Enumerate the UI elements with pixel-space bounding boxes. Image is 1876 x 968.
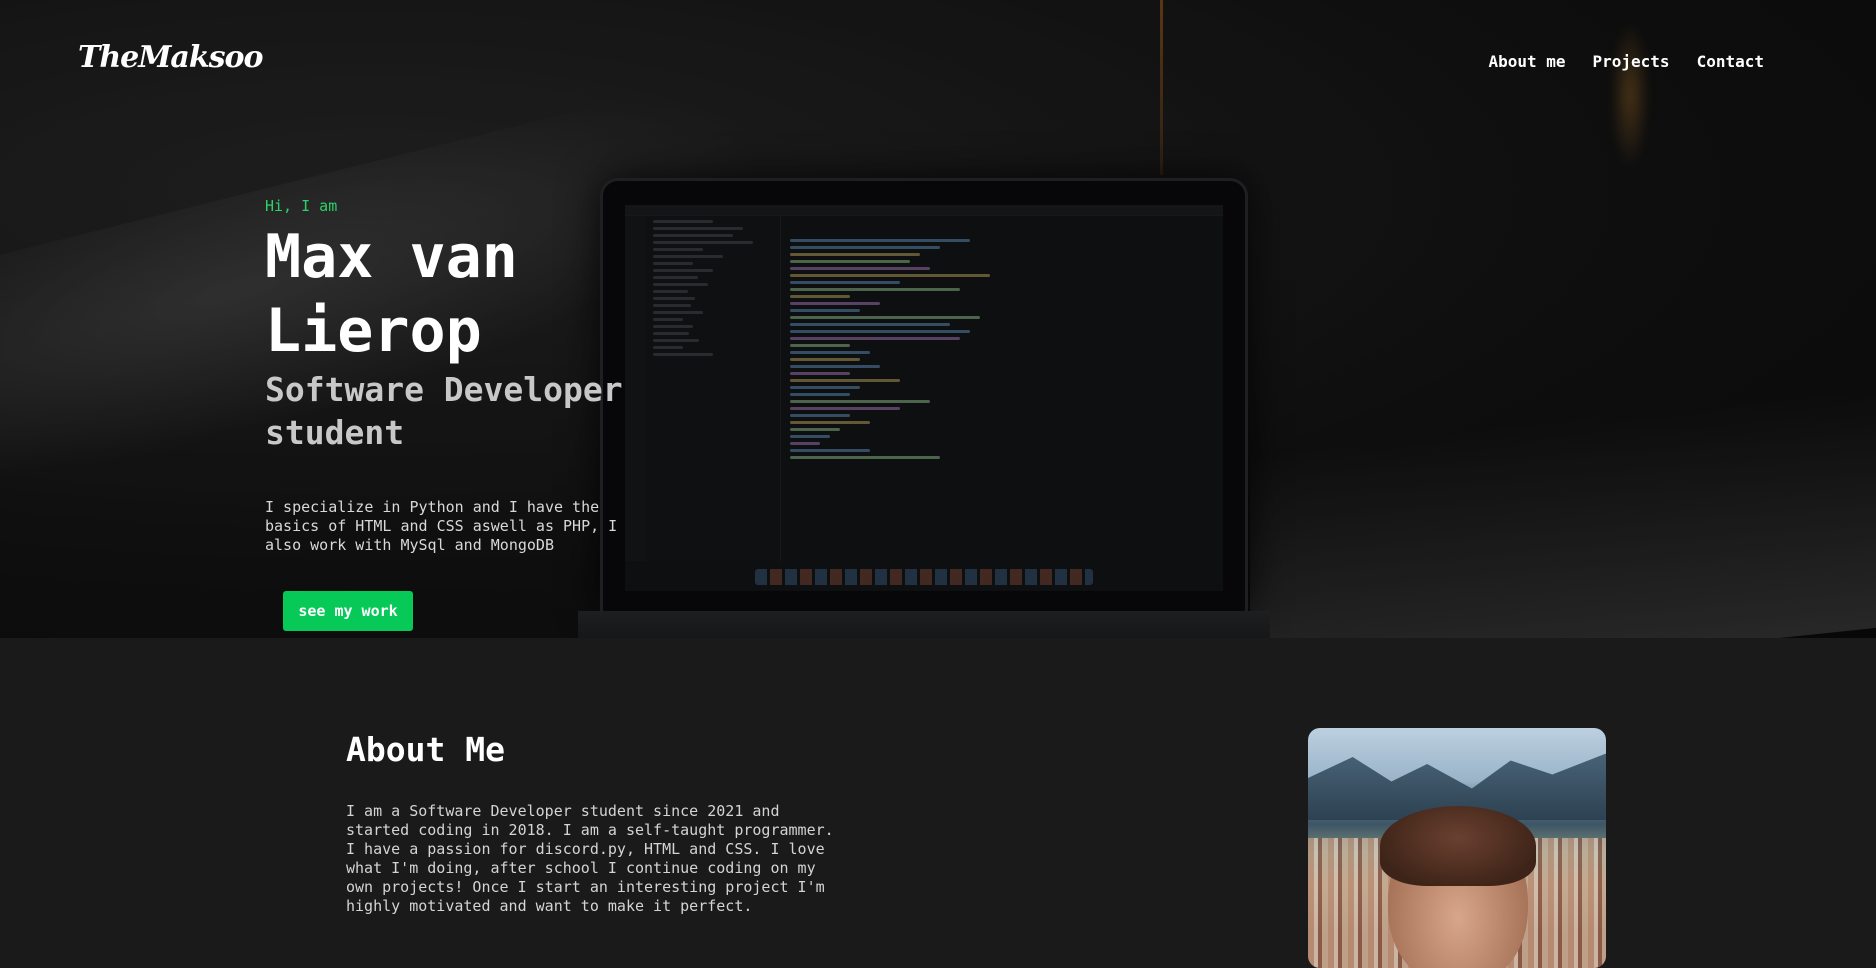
- about-title: About Me: [346, 730, 505, 769]
- photo-hair: [1380, 806, 1536, 886]
- main-nav: About me Projects Contact: [1488, 52, 1764, 71]
- nav-link-about-me[interactable]: About me: [1488, 52, 1565, 71]
- nav-link-contact[interactable]: Contact: [1697, 52, 1764, 71]
- see-my-work-button[interactable]: see my work: [283, 591, 413, 631]
- about-text: I am a Software Developer student since …: [346, 802, 834, 915]
- hero-intro: I specialize in Python and I have the ba…: [265, 498, 618, 554]
- hero-role: Software Developer student: [265, 370, 623, 452]
- profile-photo: [1308, 728, 1606, 968]
- hero-greeting: Hi, I am: [265, 197, 338, 215]
- hero-name: Max van Lierop: [265, 222, 518, 366]
- site-logo[interactable]: TheMaksoo: [78, 40, 264, 75]
- nav-link-projects[interactable]: Projects: [1593, 52, 1670, 71]
